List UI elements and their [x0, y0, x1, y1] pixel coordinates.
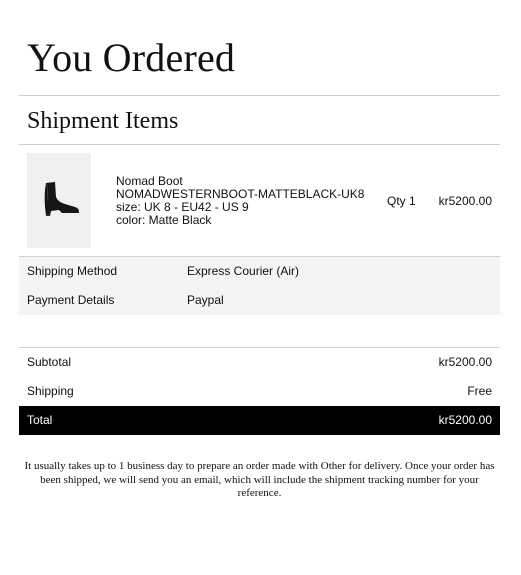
- shipment-item: Nomad Boot NOMADWESTERNBOOT-MATTEBLACK-U…: [19, 145, 500, 257]
- product-thumbnail[interactable]: [27, 153, 91, 248]
- shipping-method-row: Shipping Method Express Courier (Air): [19, 257, 500, 286]
- item-color: color: Matte Black: [116, 213, 212, 227]
- boot-image: [44, 182, 79, 216]
- shipping-label: Shipping: [27, 384, 74, 398]
- payment-details-value: Paypal: [187, 293, 224, 307]
- subtotal-value: kr5200.00: [438, 355, 492, 369]
- order-details: Shipping Method Express Courier (Air) Pa…: [19, 257, 500, 315]
- shipment-items-heading: Shipment Items: [27, 108, 179, 134]
- divider: [19, 95, 500, 96]
- shipping-method-value: Express Courier (Air): [187, 264, 300, 278]
- shipping-value: Free: [467, 384, 492, 398]
- total-value: kr5200.00: [438, 413, 492, 427]
- payment-details-label: Payment Details: [27, 293, 115, 307]
- page-title: You Ordered: [27, 35, 236, 80]
- shipping-row: Shipping Free: [19, 377, 500, 406]
- subtotal-row: Subtotal kr5200.00: [19, 348, 500, 377]
- delivery-note: It usually takes up to 1 business day to…: [24, 460, 495, 499]
- subtotal-label: Subtotal: [27, 355, 72, 369]
- item-price: kr5200.00: [438, 194, 492, 208]
- item-quantity: Qty 1: [387, 194, 416, 208]
- item-details: Nomad Boot NOMADWESTERNBOOT-MATTEBLACK-U…: [116, 175, 364, 227]
- total-label: Total: [27, 413, 53, 427]
- shipping-method-label: Shipping Method: [27, 264, 118, 278]
- total-row: Total kr5200.00: [19, 406, 500, 435]
- payment-details-row: Payment Details Paypal: [19, 286, 500, 315]
